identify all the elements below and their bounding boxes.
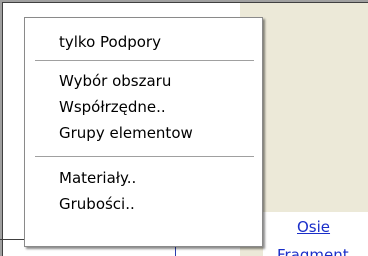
screen: Osie Fragment tylko Podpory Wybór obszar… xyxy=(0,0,368,256)
menu-item-grupy-elementow[interactable]: Grupy elementow xyxy=(59,121,193,145)
menu-item-materialy[interactable]: Materiały.. xyxy=(59,166,136,190)
menu-separator xyxy=(35,60,254,62)
menu-separator xyxy=(35,156,254,158)
fragment-link[interactable]: Fragment xyxy=(277,246,349,256)
context-menu: tylko Podpory Wybór obszaru Współrzędne.… xyxy=(24,17,263,247)
frame-inner-top-border xyxy=(2,2,368,3)
menu-item-tylko-podpory[interactable]: tylko Podpory xyxy=(59,30,161,54)
osie-link[interactable]: Osie xyxy=(297,218,330,236)
menu-item-grubosci[interactable]: Grubości.. xyxy=(59,192,135,216)
menu-item-wybor-obszaru[interactable]: Wybór obszaru xyxy=(59,69,171,93)
frame-inner-left-border xyxy=(2,2,3,256)
menu-item-wspolrzedne[interactable]: Współrzędne.. xyxy=(59,95,166,119)
